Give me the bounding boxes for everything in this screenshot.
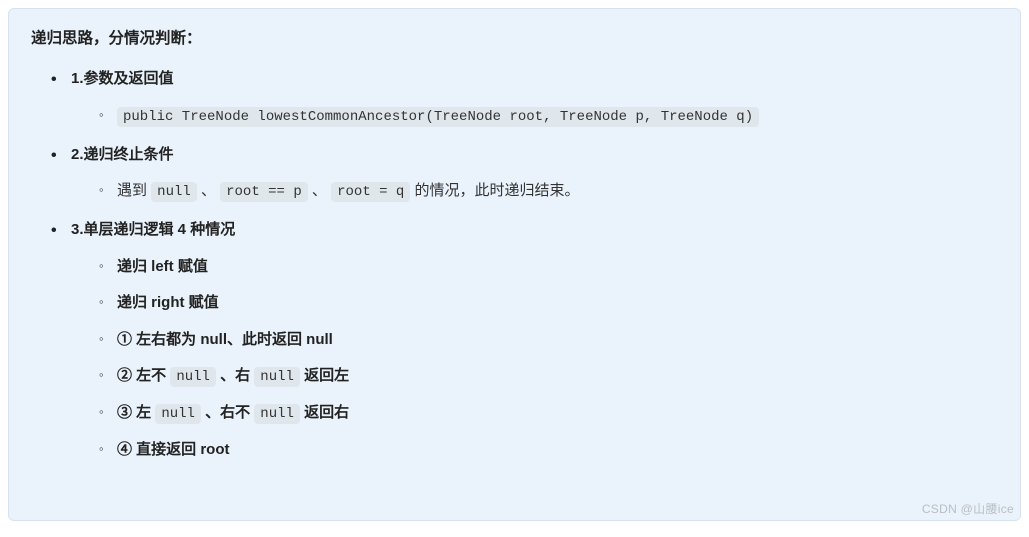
code-null: null	[151, 182, 197, 202]
item-1-sub-0: public TreeNode lowestCommonAncestor(Tre…	[99, 105, 998, 128]
item-1-sublist: public TreeNode lowestCommonAncestor(Tre…	[71, 105, 998, 128]
code-null: null	[155, 404, 201, 424]
item-2-title: 2.递归终止条件	[71, 146, 174, 163]
note-heading: 递归思路，分情况判断：	[31, 27, 998, 50]
item-3-sub-5: ④ 直接返回 root	[99, 439, 998, 462]
code-null: null	[254, 367, 300, 387]
item-3-sub-2: ① 左右都为 null、此时返回 null	[99, 329, 998, 352]
text-segment: 返回右	[304, 404, 349, 421]
item-3-sub-3: ② 左不 null 、右 null 返回左	[99, 365, 998, 388]
item-1: 1.参数及返回值 public TreeNode lowestCommonAnc…	[51, 68, 998, 128]
item-3-sublist: 递归 left 赋值 递归 right 赋值 ① 左右都为 null、此时返回 …	[71, 256, 998, 462]
level1-list: 1.参数及返回值 public TreeNode lowestCommonAnc…	[31, 68, 998, 462]
text-segment: 、右不	[205, 404, 254, 421]
text-segment: 返回左	[304, 367, 349, 384]
text-segment: 、	[312, 182, 327, 199]
code-signature: public TreeNode lowestCommonAncestor(Tre…	[117, 107, 759, 127]
code-root-eq-p: root == p	[220, 182, 308, 202]
item-3-sub-1: 递归 right 赋值	[99, 292, 998, 315]
item-1-title: 1.参数及返回值	[71, 70, 174, 87]
code-null: null	[170, 367, 216, 387]
text-segment: 的情况，此时递归结束。	[415, 182, 580, 199]
item-3-sub-4: ③ 左 null 、右不 null 返回右	[99, 402, 998, 425]
text-segment: ③ 左	[117, 404, 155, 421]
code-null: null	[254, 404, 300, 424]
text-segment: 遇到	[117, 182, 151, 199]
item-2: 2.递归终止条件 遇到 null 、 root == p 、 root = q …	[51, 144, 998, 204]
item-3: 3.单层递归逻辑 4 种情况 递归 left 赋值 递归 right 赋值 ① …	[51, 219, 998, 462]
item-2-sublist: 遇到 null 、 root == p 、 root = q 的情况，此时递归结…	[71, 180, 998, 203]
item-3-title: 3.单层递归逻辑 4 种情况	[71, 221, 235, 238]
code-root-eq-q: root = q	[331, 182, 410, 202]
note-card: 递归思路，分情况判断： 1.参数及返回值 public TreeNode low…	[8, 8, 1021, 521]
text-segment: ② 左不	[117, 367, 170, 384]
text-segment: 、	[201, 182, 220, 199]
item-2-sub-0: 遇到 null 、 root == p 、 root = q 的情况，此时递归结…	[99, 180, 998, 203]
watermark: CSDN @山腰ice	[922, 500, 1014, 518]
item-3-sub-0: 递归 left 赋值	[99, 256, 998, 279]
text-segment: 、右	[220, 367, 254, 384]
